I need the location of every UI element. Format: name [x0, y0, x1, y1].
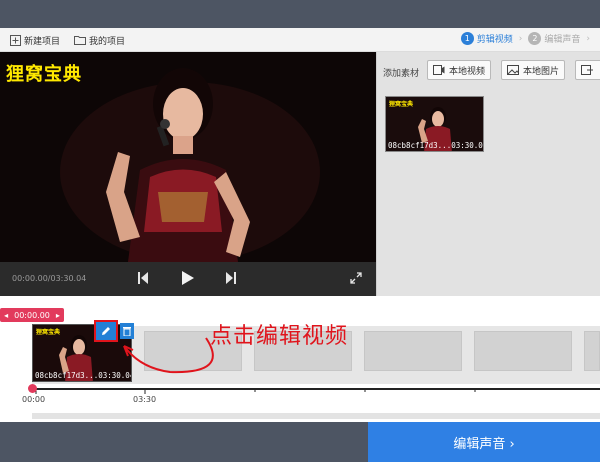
- image-icon: [507, 65, 519, 75]
- thumbnail-duration: 03:30.04: [451, 141, 484, 150]
- fullscreen-icon[interactable]: [350, 272, 362, 284]
- clip-filename: 08cb8cf17d3...: [35, 371, 99, 380]
- add-material-label: 添加素材: [383, 69, 420, 79]
- library-toolbar: 添加素材 本地视频 本地图片: [377, 60, 600, 82]
- footer-bar: 编辑声音 ›: [0, 422, 600, 462]
- clip-info: 08cb8cf17d3... 03:30.04: [33, 371, 131, 381]
- chevron-right-icon: ›: [518, 33, 523, 44]
- step-label: 编辑声音: [544, 35, 581, 45]
- skip-back-icon[interactable]: [138, 272, 148, 284]
- video-file-icon: [433, 65, 445, 75]
- delete-clip-button[interactable]: [120, 323, 134, 339]
- current-time: 00:00.00: [14, 310, 50, 320]
- folder-icon: [74, 36, 86, 45]
- pencil-icon: [102, 327, 110, 335]
- my-projects-button[interactable]: 我的项目: [74, 33, 125, 47]
- new-project-label: 新建项目: [24, 36, 61, 47]
- timeline-scrollbar[interactable]: [32, 413, 600, 419]
- timeline: ◂ 00:00.00 ▸ 狸窝宝典 08cb8cf17d3... 03:30.0…: [0, 296, 600, 422]
- title-bar: [0, 0, 600, 28]
- step-edit-video[interactable]: 1 剪辑视频: [460, 32, 513, 45]
- skip-forward-icon[interactable]: [226, 272, 236, 284]
- clip-title: 狸窝宝典: [36, 329, 61, 336]
- new-project-button[interactable]: 新建项目: [10, 33, 60, 47]
- local-video-button[interactable]: 本地视频: [427, 60, 492, 80]
- empty-slot: [474, 331, 572, 371]
- clip-duration: 03:30.04: [98, 371, 132, 380]
- video-preview[interactable]: 狸窝宝典 00:00.00/03:30.04: [0, 52, 376, 296]
- edit-audio-next-button[interactable]: 编辑声音 ›: [368, 422, 600, 462]
- playhead-marker[interactable]: [28, 384, 37, 393]
- media-library: 添加素材 本地视频 本地图片 狸窝宝典 08cb8cf17d3... 03:30…: [376, 52, 600, 296]
- current-time-badge[interactable]: ◂ 00:00.00 ▸: [0, 308, 64, 322]
- edit-clip-button[interactable]: [94, 320, 118, 342]
- library-video-thumbnail[interactable]: 狸窝宝典 08cb8cf17d3... 03:30.04: [385, 96, 484, 152]
- step-number: 1: [460, 32, 474, 45]
- my-projects-label: 我的项目: [89, 36, 126, 47]
- trash-icon: [123, 327, 131, 336]
- step-edit-audio[interactable]: 2 编辑声音: [528, 32, 580, 45]
- play-icon[interactable]: [182, 271, 194, 285]
- local-video-label: 本地视频: [449, 66, 486, 77]
- thumbnail-filename: 08cb8cf17d3...: [388, 141, 452, 150]
- toolbar: 新建项目 我的项目 1 剪辑视频 › 2 编辑声音 ›: [0, 28, 600, 52]
- tick-label: 00:00: [22, 395, 46, 404]
- clip-toolbar: [94, 320, 134, 342]
- import-icon: [581, 65, 593, 75]
- empty-slot: [364, 331, 462, 371]
- video-overlay-title: 狸窝宝典: [6, 64, 82, 85]
- player-timecode: 00:00.00/03:30.04: [12, 274, 87, 283]
- chevron-left-icon: ◂: [4, 310, 9, 320]
- player-controls: 00:00.00/03:30.04: [0, 262, 376, 296]
- local-image-button[interactable]: 本地图片: [501, 60, 566, 80]
- step-number: 2: [528, 32, 542, 45]
- empty-slot: [584, 331, 600, 371]
- chevron-right-icon: ›: [586, 33, 590, 44]
- new-project-icon: [10, 34, 21, 46]
- local-image-label: 本地图片: [523, 66, 560, 77]
- chevron-right-icon: ▸: [55, 310, 60, 320]
- ruler-ticks: [35, 388, 476, 394]
- thumbnail-info: 08cb8cf17d3... 03:30.04: [386, 141, 483, 151]
- step-indicator: 1 剪辑视频 › 2 编辑声音 ›: [455, 32, 590, 45]
- annotation-text: 点击编辑视频: [210, 324, 349, 349]
- thumbnail-title: 狸窝宝典: [389, 101, 414, 108]
- tick-label: 03:30: [133, 395, 157, 404]
- more-source-button[interactable]: [575, 60, 600, 80]
- step-label: 剪辑视频: [476, 35, 513, 45]
